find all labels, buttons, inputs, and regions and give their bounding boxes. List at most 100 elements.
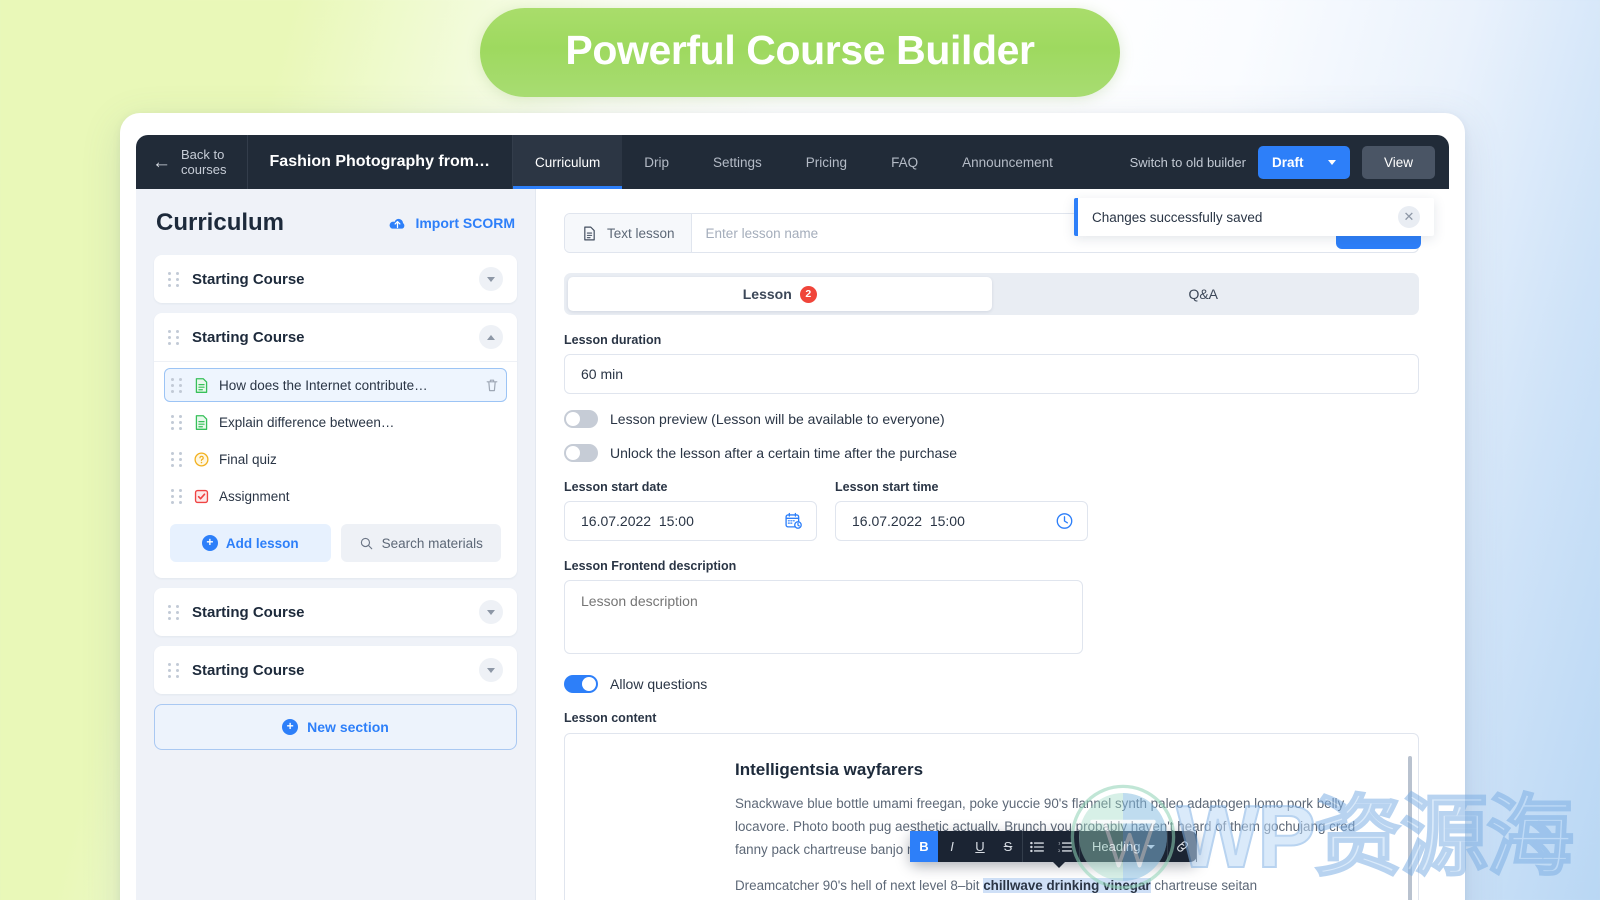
start-date-field: Lesson start date	[564, 462, 817, 541]
link-button[interactable]	[1168, 831, 1196, 862]
section-header[interactable]: Starting Course	[154, 313, 517, 361]
hero-banner: Powerful Course Builder	[0, 8, 1600, 98]
lesson-preview-toggle[interactable]	[564, 410, 598, 428]
toast-message: Changes successfully saved	[1092, 209, 1263, 225]
start-time-input-wrap	[835, 501, 1088, 541]
section-toggle-button[interactable]	[479, 600, 503, 624]
view-button[interactable]: View	[1361, 145, 1435, 179]
numbered-list-button[interactable]: 1 2	[1051, 831, 1079, 862]
unlock-lesson-toggle[interactable]	[564, 444, 598, 462]
search-materials-button[interactable]: Search materials	[340, 524, 501, 562]
switch-to-old-builder-link[interactable]: Switch to old builder	[1130, 155, 1246, 170]
tab-lesson-label: Lesson	[742, 286, 792, 302]
draft-status-dropdown[interactable]: Draft	[1257, 145, 1350, 179]
assignment-icon	[194, 489, 209, 503]
start-date-input[interactable]	[564, 501, 817, 541]
lesson-list: How does the Internet contribute… Explai…	[154, 361, 517, 578]
heading-dropdown[interactable]: Heading	[1080, 831, 1167, 862]
list-item[interactable]: Final quiz	[164, 442, 507, 476]
tab-announcement-label: Announcement	[962, 154, 1053, 170]
list-item[interactable]: Explain difference between…	[164, 405, 507, 439]
tab-qa[interactable]: Q&A	[992, 277, 1416, 311]
section-header[interactable]: Starting Course	[154, 255, 517, 303]
search-materials-label: Search materials	[381, 535, 483, 551]
section-card: Starting Course	[154, 588, 517, 636]
list-item[interactable]: How does the Internet contribute…	[164, 368, 507, 402]
bold-icon: B	[919, 839, 929, 854]
drag-handle-icon[interactable]	[171, 488, 183, 504]
list-item[interactable]: Assignment	[164, 479, 507, 513]
tab-curriculum[interactable]: Curriculum	[512, 135, 623, 189]
svg-text:1: 1	[1058, 841, 1061, 845]
bullet-list-button[interactable]	[1023, 831, 1051, 862]
drag-handle-icon[interactable]	[171, 414, 183, 430]
text-lesson-icon	[195, 414, 208, 430]
back-to-courses-label: Back to courses	[181, 146, 227, 177]
lesson-duration-input[interactable]	[564, 354, 1419, 394]
italic-button[interactable]: I	[938, 831, 966, 862]
editor-document[interactable]: Intelligentsia wayfarers Snackwave blue …	[565, 734, 1418, 897]
new-section-button[interactable]: + New section	[154, 704, 517, 750]
chevron-down-icon	[487, 276, 495, 282]
start-time-input[interactable]	[835, 501, 1088, 541]
topbar-tabs: Curriculum Drip Settings Pricing FAQ Ann…	[512, 135, 1075, 189]
tab-settings[interactable]: Settings	[691, 135, 784, 189]
link-icon	[1177, 841, 1188, 852]
back-to-courses-button[interactable]: ← Back to courses	[136, 135, 248, 189]
tab-drip[interactable]: Drip	[622, 135, 691, 189]
section-toggle-button[interactable]	[479, 325, 503, 349]
section-toggle-button[interactable]	[479, 267, 503, 291]
tab-faq[interactable]: FAQ	[869, 135, 940, 189]
import-scorm-button[interactable]: Import SCORM	[388, 215, 515, 231]
section-header[interactable]: Starting Course	[154, 646, 517, 694]
allow-questions-toggle[interactable]	[564, 675, 598, 693]
lesson-name: Explain difference between…	[219, 414, 395, 430]
lesson-name: Final quiz	[219, 451, 277, 467]
tab-lesson[interactable]: Lesson 2	[568, 277, 992, 311]
lesson-name: Assignment	[219, 488, 290, 504]
bold-button[interactable]: B	[910, 831, 938, 862]
bullet-list-icon	[1030, 841, 1044, 852]
editor-paragraph-post: chartreuse seitan	[1150, 878, 1258, 894]
chevron-down-icon	[487, 667, 495, 673]
unlock-lesson-toggle-row[interactable]: Unlock the lesson after a certain time a…	[564, 444, 1421, 462]
allow-questions-toggle-row[interactable]: Allow questions	[564, 675, 1421, 693]
lesson-actions: + Add lesson Search materials	[164, 516, 507, 574]
drag-handle-icon[interactable]	[171, 377, 183, 393]
clock-icon[interactable]	[1055, 512, 1074, 531]
editor-paragraph-pre: Dreamcatcher 90's hell of next level 8–b…	[735, 878, 984, 894]
page-title: Curriculum	[156, 209, 285, 236]
section-toggle-button[interactable]	[479, 658, 503, 682]
fmt-group-lists: 1 2	[1023, 831, 1080, 862]
tab-faq-label: FAQ	[891, 154, 919, 170]
close-icon[interactable]: ✕	[1398, 206, 1420, 228]
numbered-list-icon: 1 2	[1058, 841, 1072, 853]
drag-handle-icon[interactable]	[168, 271, 180, 287]
arrow-left-icon: ←	[152, 151, 171, 173]
lesson-preview-toggle-row[interactable]: Lesson preview (Lesson will be available…	[564, 410, 1421, 428]
underline-button[interactable]: U	[966, 831, 994, 862]
drag-handle-icon[interactable]	[168, 604, 180, 620]
lesson-type-chip[interactable]: Text lesson	[565, 214, 692, 252]
lesson-content-editor[interactable]: Intelligentsia wayfarers Snackwave blue …	[564, 733, 1419, 900]
chevron-down-icon	[487, 609, 495, 615]
drag-handle-icon[interactable]	[171, 451, 183, 467]
add-lesson-button[interactable]: + Add lesson	[170, 524, 331, 562]
tab-pricing[interactable]: Pricing	[784, 135, 869, 189]
calendar-clock-icon[interactable]	[784, 512, 803, 531]
delete-icon[interactable]	[484, 377, 500, 393]
add-lesson-label: Add lesson	[225, 535, 299, 551]
section-header[interactable]: Starting Course	[154, 588, 517, 636]
chevron-down-icon	[1327, 159, 1336, 165]
unlock-lesson-label: Unlock the lesson after a certain time a…	[610, 445, 958, 461]
editor-scrollbar[interactable]	[1408, 756, 1412, 900]
strikethrough-button[interactable]: S	[994, 831, 1022, 862]
italic-icon: I	[950, 839, 954, 854]
rich-text-format-toolbar: B I U S 1 2 Heading	[910, 831, 1198, 868]
document-icon	[584, 226, 595, 240]
section-card: Starting Course	[154, 646, 517, 694]
tab-announcement[interactable]: Announcement	[940, 135, 1075, 189]
drag-handle-icon[interactable]	[168, 662, 180, 678]
drag-handle-icon[interactable]	[168, 329, 180, 345]
frontend-description-textarea[interactable]	[564, 580, 1083, 654]
